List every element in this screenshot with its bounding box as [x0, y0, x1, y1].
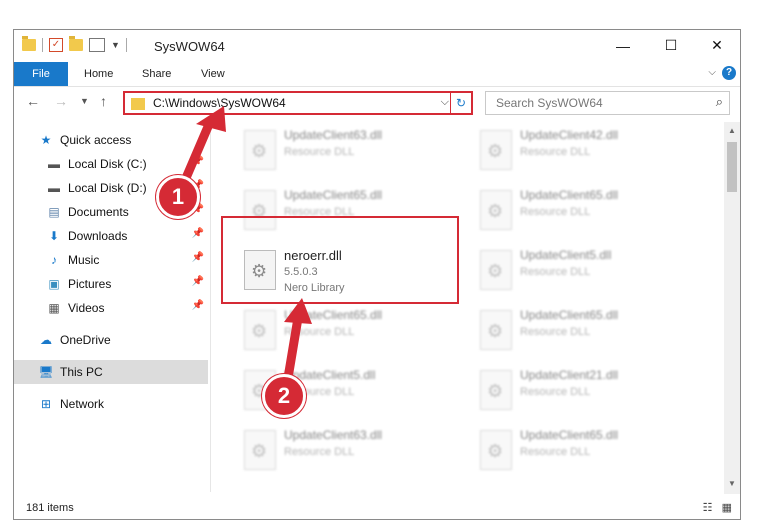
- annotation-arrows: [175, 106, 312, 395]
- callout-2: 2: [262, 374, 306, 418]
- callout-1: 1: [156, 175, 200, 219]
- arrow-2-head: [284, 298, 312, 324]
